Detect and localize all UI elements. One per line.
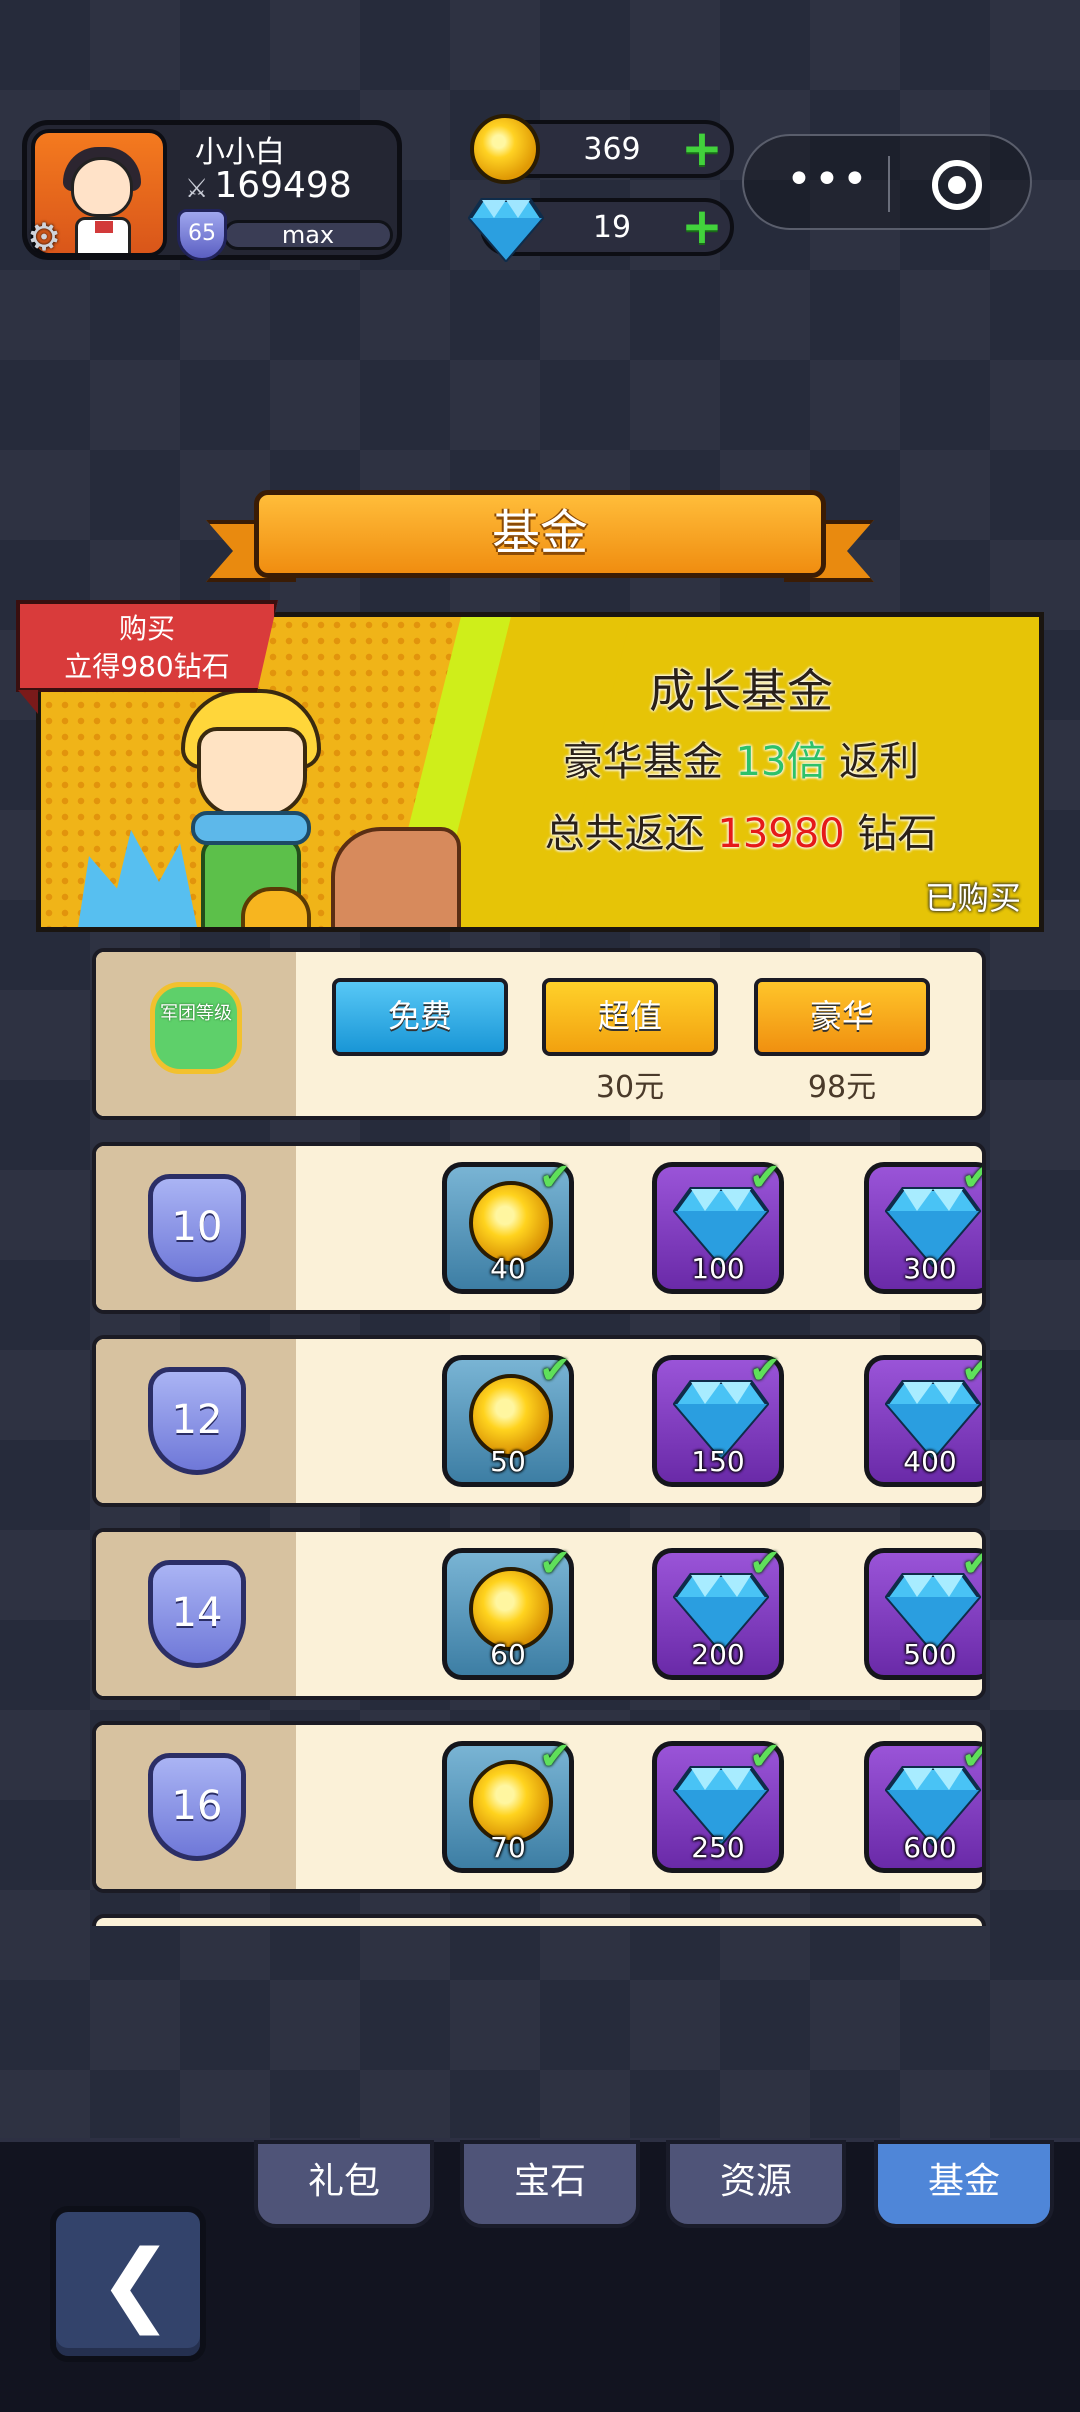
gear-icon[interactable]: ⚙ — [27, 217, 67, 257]
purchased-status: 已购买 — [924, 879, 1021, 917]
checkmark-icon: ✔ — [961, 1734, 982, 1778]
checkmark-icon: ✔ — [749, 1541, 781, 1585]
rebate-multiplier: 13倍 — [735, 739, 827, 785]
total-return-prefix: 总共返还 — [544, 811, 718, 857]
reward-amount: 70 — [490, 1831, 526, 1864]
gold-counter: 369 + — [470, 114, 734, 184]
reward-gem-slot[interactable]: 500 ✔ — [864, 1541, 982, 1680]
reward-gem-slot[interactable]: 100 ✔ — [652, 1155, 784, 1294]
diamond-icon — [468, 198, 544, 262]
buy-bonus-tag: 购买 立得980钻石 — [16, 600, 278, 692]
reward-amount: 250 — [691, 1831, 745, 1864]
coin-stack-illustration — [241, 887, 311, 927]
checkmark-icon: ✔ — [961, 1155, 982, 1199]
reward-amount: 60 — [490, 1638, 526, 1671]
reward-gold-slot[interactable]: 50 ✔ — [442, 1348, 574, 1487]
reward-gold-slot[interactable]: 60 ✔ — [442, 1541, 574, 1680]
checkmark-icon: ✔ — [749, 1348, 781, 1392]
reward-amount: 600 — [903, 1831, 957, 1864]
checkmark-icon: ✔ — [539, 1348, 571, 1392]
tab-resources[interactable]: 资源 — [666, 2140, 846, 2228]
checkmark-icon: ✔ — [961, 1348, 982, 1392]
tab-gems[interactable]: 宝石 — [460, 2140, 640, 2228]
rebate-line: 豪华基金 13倍 返利 — [461, 729, 1021, 787]
reward-amount: 500 — [903, 1638, 957, 1671]
page-title-ribbon: 基金 — [206, 490, 874, 600]
gem-counter: 19 + — [468, 198, 734, 262]
level-shield-badge: 14 — [148, 1560, 246, 1668]
buy-tag-line1: 购买 — [118, 612, 175, 645]
checkmark-icon: ✔ — [749, 1155, 781, 1199]
reward-amount: 400 — [903, 1445, 957, 1478]
table-row-partial — [92, 1914, 986, 1926]
reward-amount: 300 — [903, 1252, 957, 1285]
table-row: 10 40 ✔ 100 ✔ 300 ✔ — [92, 1142, 986, 1314]
total-return-amount: 13980 — [717, 811, 845, 857]
more-dots-icon[interactable]: ••• — [786, 158, 870, 202]
player-level-badge: 65 — [177, 209, 227, 261]
level-shield-badge: 10 — [148, 1174, 246, 1282]
back-button[interactable]: ❮ — [50, 2206, 206, 2362]
total-return-suffix: 钻石 — [844, 811, 938, 857]
gold-amount: 369 — [583, 132, 641, 167]
reward-gem-slot[interactable]: 200 ✔ — [652, 1541, 784, 1680]
tier-luxury-price: 98元 — [807, 1070, 877, 1105]
reward-gold-slot[interactable]: 70 ✔ — [442, 1734, 574, 1873]
page-title: 基金 — [254, 490, 826, 578]
level-shield-badge: 16 — [148, 1753, 246, 1861]
reward-amount: 150 — [691, 1445, 745, 1478]
tier-luxury-button[interactable]: 豪华 — [754, 978, 930, 1056]
reward-amount: 100 — [691, 1252, 745, 1285]
table-row: 16 70 ✔ 250 ✔ 600 ✔ — [92, 1721, 986, 1893]
buy-tag-fold — [18, 690, 38, 714]
reward-gem-slot[interactable]: 300 ✔ — [864, 1155, 982, 1294]
wood-logs-illustration — [331, 827, 461, 927]
checkmark-icon: ✔ — [539, 1541, 571, 1585]
buy-tag-line2: 立得980钻石 — [64, 650, 230, 683]
rebate-suffix: 返利 — [826, 739, 920, 785]
target-icon[interactable] — [932, 160, 982, 210]
sword-icon: ⚔ — [185, 174, 209, 204]
total-return-line: 总共返还 13980 钻石 — [461, 801, 1021, 859]
combat-power: ⚔ 169498 — [185, 165, 352, 206]
checkmark-icon: ✔ — [539, 1734, 571, 1778]
tier-free-button[interactable]: 免费 — [332, 978, 508, 1056]
gem-amount: 19 — [592, 210, 632, 245]
checkmark-icon: ✔ — [961, 1541, 982, 1585]
checkmark-icon: ✔ — [749, 1734, 781, 1778]
checkmark-icon: ✔ — [539, 1155, 571, 1199]
reward-gold-slot[interactable]: 40 ✔ — [442, 1155, 574, 1294]
banner-title: 成长基金 — [649, 664, 833, 718]
level-shield-badge: 12 — [148, 1367, 246, 1475]
chevron-left-icon: ❮ — [98, 2231, 174, 2336]
reward-gem-slot[interactable]: 150 ✔ — [652, 1348, 784, 1487]
add-gem-button[interactable]: + — [680, 201, 724, 251]
reward-amount: 50 — [490, 1445, 526, 1478]
emblem-label: 军团等级 — [160, 1003, 232, 1024]
reward-amount: 40 — [490, 1252, 526, 1285]
capsule-divider — [888, 156, 890, 212]
tab-gift-pack[interactable]: 礼包 — [254, 2140, 434, 2228]
emblem-badge — [150, 982, 242, 1074]
reward-gem-slot[interactable]: 400 ✔ — [864, 1348, 982, 1487]
reward-gem-slot[interactable]: 600 ✔ — [864, 1734, 982, 1873]
add-gold-button[interactable]: + — [680, 123, 724, 173]
rebate-prefix: 豪华基金 — [562, 739, 736, 785]
fund-tier-header: 军团等级 免费 超值 豪华 30元 98元 — [92, 948, 986, 1120]
legion-level-emblem: 军团等级 — [136, 972, 256, 1092]
experience-bar: max — [223, 220, 393, 250]
table-row: 12 50 ✔ 150 ✔ 400 ✔ — [92, 1335, 986, 1507]
gold-coin-icon — [470, 114, 540, 184]
tier-value-button[interactable]: 超值 — [542, 978, 718, 1056]
tab-fund[interactable]: 基金 — [874, 2140, 1054, 2228]
reward-gem-slot[interactable]: 250 ✔ — [652, 1734, 784, 1873]
tier-value-price: 30元 — [595, 1070, 665, 1105]
combat-power-value: 169498 — [214, 165, 352, 206]
reward-amount: 200 — [691, 1638, 745, 1671]
miniprogram-capsule: ••• — [742, 134, 1032, 230]
player-profile-panel[interactable]: ⚙ 小小白 ⚔ 169498 max 65 — [22, 120, 402, 261]
table-row: 14 60 ✔ 200 ✔ 500 ✔ — [92, 1528, 986, 1700]
